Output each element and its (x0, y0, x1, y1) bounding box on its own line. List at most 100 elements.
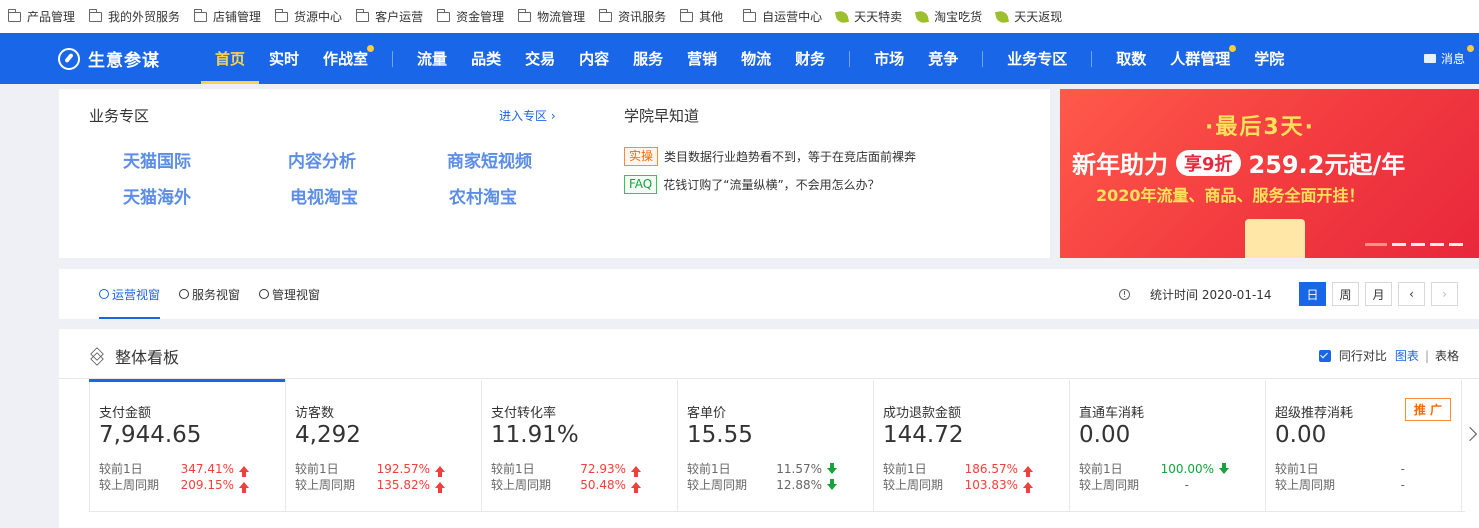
arrow-up-icon (631, 465, 641, 477)
arrow-down-icon (827, 479, 837, 490)
bookmark-funds[interactable]: 资金管理 (436, 8, 504, 25)
metric-visitors[interactable]: 访客数 4,292 较前1日 192.57% 较上周同期 135.82% (286, 380, 482, 512)
zone-link-tv-taobao[interactable]: 电视淘宝 (290, 183, 358, 208)
zone-link-tmall-intl[interactable]: 天猫国际 (123, 147, 191, 172)
carousel-dot[interactable] (1411, 243, 1425, 246)
info-icon[interactable]: ! (1119, 289, 1130, 300)
arrow-up-icon (631, 481, 641, 493)
arrow-down-icon (1219, 463, 1229, 474)
headset-icon (179, 289, 189, 299)
dashboard-title: 整体看板 (89, 344, 179, 368)
carousel-dot[interactable] (1365, 243, 1387, 246)
zone-link-rural-taobao[interactable]: 农村淘宝 (449, 183, 517, 208)
metric-payment-amount[interactable]: 支付金额 7,944.65 较前1日 347.41% 较上周同期 209.15% (89, 379, 286, 512)
tab-service[interactable]: 服务视窗 (179, 269, 240, 319)
gift-box-icon (1245, 219, 1305, 258)
carousel-dot[interactable] (1392, 243, 1406, 246)
tab-management[interactable]: 管理视窗 (259, 269, 320, 319)
folder-icon (598, 8, 613, 22)
metric-ztc-spend[interactable]: 直通车消耗 0.00 较前1日 100.00% 较上周同期 - (1070, 380, 1266, 512)
nav-finance[interactable]: 财务 (795, 33, 825, 84)
view-tabs-bar: 运营视窗 服务视窗 管理视窗 ! 统计时间 2020-01-14 日 周 月 ‹… (59, 269, 1479, 319)
chevron-right-icon[interactable] (1462, 426, 1478, 442)
dashboard-options: 同行对比 图表 | 表格 (1318, 347, 1459, 364)
envelope-icon (1423, 54, 1436, 63)
zone-link-content-analysis[interactable]: 内容分析 (288, 147, 356, 172)
tab-operations[interactable]: 运营视窗 (99, 269, 161, 319)
carousel-dot[interactable] (1449, 243, 1463, 246)
table-view-link[interactable]: 表格 (1435, 347, 1459, 364)
arrow-up-icon (239, 465, 249, 477)
folder-icon (742, 8, 757, 22)
discount-pill: 享9折 (1176, 149, 1241, 176)
zone-link-tmall-overseas[interactable]: 天猫海外 (123, 183, 191, 208)
bookmark-customer[interactable]: 客户运营 (355, 8, 423, 25)
nav-content[interactable]: 内容 (579, 33, 609, 84)
bookmark-other[interactable]: 其他 (679, 8, 723, 25)
nav-crowd[interactable]: 人群管理 (1170, 33, 1237, 84)
period-week-button[interactable]: 周 (1332, 282, 1359, 306)
nav-business-zone[interactable]: 业务专区 (1007, 33, 1067, 84)
nav-competition[interactable]: 竞争 (928, 33, 958, 84)
bookmark-shop[interactable]: 店铺管理 (193, 8, 261, 25)
messages-button[interactable]: 消息 (1423, 33, 1474, 84)
bookmark-source[interactable]: 货源中心 (274, 8, 342, 25)
metric-super-recommend-spend[interactable]: 超级推荐消耗 推 广 0.00 较前1日 - 较上周同期 - (1266, 380, 1462, 512)
folder-icon (436, 8, 451, 22)
bookmark-news[interactable]: 资讯服务 (598, 8, 666, 25)
arrow-down-icon (827, 463, 837, 474)
leaf-icon (995, 9, 1010, 24)
metric-refund-amount[interactable]: 成功退款金额 144.72 较前1日 186.57% 较上周同期 103.83% (874, 380, 1070, 512)
bookmark-cashback[interactable]: 天天返现 (995, 8, 1062, 25)
folder-icon (193, 8, 208, 22)
arrow-up-icon (1023, 481, 1033, 493)
business-zone-card: 业务专区 进入专区 › 天猫国际 内容分析 商家短视频 天猫海外 电视淘宝 农村… (59, 89, 1050, 258)
bookmark-trade-service[interactable]: 我的外贸服务 (88, 8, 180, 25)
peer-compare-checkbox[interactable] (1318, 349, 1331, 362)
period-month-button[interactable]: 月 (1365, 282, 1392, 306)
nav-market[interactable]: 市场 (874, 33, 904, 84)
academy-item[interactable]: 实操 类目数据行业趋势看不到，等于在竞店面前裸奔 (624, 147, 916, 166)
nav-academy[interactable]: 学院 (1254, 33, 1284, 84)
separator: | (1424, 348, 1429, 363)
promo-banner[interactable]: ·最后3天· 新年助力 享9折 259.2元起/年 2020年流量、商品、服务全… (1060, 89, 1479, 258)
stat-time: ! 统计时间 2020-01-14 (1119, 286, 1272, 303)
bookmark-logistics[interactable]: 物流管理 (517, 8, 585, 25)
prev-date-button[interactable]: ‹ (1398, 282, 1425, 306)
carousel-dot[interactable] (1430, 243, 1444, 246)
nav-home[interactable]: 首页 (200, 33, 260, 84)
brand-logo[interactable]: 生意参谋 (58, 46, 203, 71)
next-date-button[interactable]: › (1431, 282, 1458, 306)
nav-traffic[interactable]: 流量 (417, 33, 447, 84)
bookmark-daily-sale[interactable]: 天天特卖 (835, 8, 902, 25)
metric-conversion-rate[interactable]: 支付转化率 11.91% 较前1日 72.93% 较上周同期 50.48% (482, 380, 678, 512)
carousel-indicators[interactable] (1365, 243, 1468, 246)
period-day-button[interactable]: 日 (1299, 282, 1326, 306)
top-nav: 生意参谋 首页 实时 作战室 流量 品类 交易 内容 服务 营销 物流 财务 市… (0, 33, 1479, 84)
folder-icon (88, 8, 103, 22)
bookmark-self-ops[interactable]: 自运营中心 (742, 8, 822, 25)
nav-divider (849, 50, 851, 67)
arrow-up-icon (435, 481, 445, 493)
metric-avg-order-value[interactable]: 客单价 15.55 较前1日 11.57% 较上周同期 12.88% (678, 380, 874, 512)
nav-fetch-data[interactable]: 取数 (1116, 33, 1146, 84)
academy-item[interactable]: FAQ 花钱订购了“流量纵横”，不会用怎么办？ (624, 175, 880, 194)
bookmark-product[interactable]: 产品管理 (7, 8, 75, 25)
nav-logistics[interactable]: 物流 (741, 33, 771, 84)
nav-realtime[interactable]: 实时 (269, 33, 299, 84)
nav-warroom[interactable]: 作战室 (323, 33, 375, 84)
nav-service[interactable]: 服务 (633, 33, 663, 84)
nav-trade[interactable]: 交易 (525, 33, 555, 84)
chart-view-link[interactable]: 图表 (1395, 347, 1419, 364)
promote-button[interactable]: 推 广 (1404, 398, 1451, 421)
nav-category[interactable]: 品类 (471, 33, 501, 84)
enter-zone-link[interactable]: 进入专区 › (499, 107, 556, 124)
zone-link-short-video[interactable]: 商家短视频 (447, 147, 532, 172)
banner-headline: ·最后3天· (1205, 115, 1316, 140)
nav-divider (1091, 50, 1093, 67)
bookmark-foodie[interactable]: 淘宝吃货 (915, 8, 982, 25)
folder-icon (517, 8, 532, 22)
folder-icon (355, 8, 370, 22)
nav-marketing[interactable]: 营销 (687, 33, 717, 84)
arrow-up-icon (239, 481, 249, 493)
